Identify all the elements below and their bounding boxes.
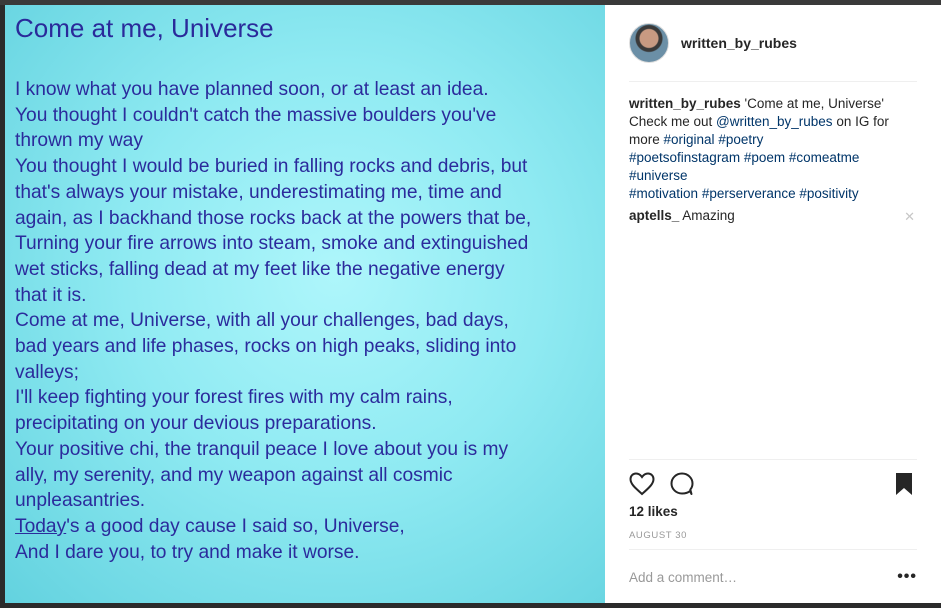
avatar[interactable] — [629, 23, 669, 63]
post-date: AUGUST 30 — [629, 530, 688, 541]
hashtag[interactable]: #comeatme — [789, 150, 860, 165]
poem-line: precipitating on your devious preparatio… — [15, 413, 377, 435]
close-icon[interactable]: ✕ — [904, 209, 915, 225]
caption-mention[interactable]: @written_by_rubes — [716, 114, 833, 129]
add-comment-bar: Add a comment… ••• — [629, 549, 917, 604]
hashtag[interactable]: #perserverance — [702, 186, 796, 201]
poem-title: Come at me, Universe — [15, 13, 274, 43]
more-options-icon[interactable]: ••• — [897, 568, 917, 586]
poem-line: Come at me, Universe, with all your chal… — [15, 310, 509, 332]
poem-line: ally, my serenity, and my weapon against… — [15, 464, 453, 486]
hashtag[interactable]: #poetry — [718, 132, 763, 147]
heart-icon[interactable] — [629, 472, 655, 496]
poem-line: bad years and life phases, rocks on high… — [15, 336, 517, 358]
hashtag[interactable]: #poetsofinstagram — [629, 150, 740, 165]
poem-line: wet sticks, falling dead at my feet like… — [15, 258, 505, 280]
post-actions: 12 likes AUGUST 30 — [629, 459, 917, 550]
comment-bubble-icon[interactable] — [669, 472, 695, 496]
poem-line: And I dare you, to try and make it worse… — [15, 541, 360, 563]
poem-line: valleys; — [15, 361, 79, 383]
caption: written_by_rubes 'Come at me, Universe' … — [629, 95, 914, 203]
poem-underlined-word: Today — [15, 515, 67, 537]
hashtag[interactable]: #motivation — [629, 186, 698, 201]
poem-line: I'll keep fighting your forest fires wit… — [15, 387, 453, 409]
poem-line: Today's a good day cause I said so, Univ… — [15, 514, 600, 540]
poem-line: You thought I couldn't catch the massive… — [15, 104, 497, 126]
caption-username[interactable]: written_by_rubes — [629, 96, 741, 111]
poem-line: again, as I backhand those rocks back at… — [15, 207, 532, 229]
poem-line: I know what you have planned soon, or at… — [15, 79, 489, 100]
poem-line: You thought I would be buried in falling… — [15, 156, 528, 178]
hashtag[interactable]: #universe — [629, 168, 688, 183]
header-username[interactable]: written_by_rubes — [681, 35, 797, 51]
comment-item: aptells_ Amazing — [629, 208, 914, 223]
poem-line: that it is. — [15, 284, 87, 306]
bookmark-icon[interactable] — [893, 472, 915, 496]
post-sidebar: written_by_rubes written_by_rubes 'Come … — [605, 5, 941, 603]
poem-line: Your positive chi, the tranquil peace I … — [15, 438, 509, 460]
hashtag[interactable]: #original — [664, 132, 715, 147]
post-header: written_by_rubes — [629, 23, 917, 82]
poem-line: Turning your fire arrows into steam, smo… — [15, 233, 529, 255]
comment-text: Amazing — [679, 208, 735, 223]
comment-username[interactable]: aptells_ — [629, 208, 679, 223]
hashtag[interactable]: #poem — [744, 150, 785, 165]
hashtag[interactable]: #positivity — [799, 186, 858, 201]
poem-line-rest: 's a good day cause I said so, Universe, — [66, 515, 405, 537]
poem-line: unpleasantries. — [15, 490, 146, 512]
add-comment-input[interactable]: Add a comment… — [629, 570, 737, 585]
post-modal: Come at me, Universe I know what you hav… — [5, 5, 941, 603]
poem-body: I know what you have planned soon, or at… — [15, 77, 600, 565]
poem-line: that's always your mistake, underestimat… — [15, 181, 502, 203]
poem-line: thrown my way — [15, 130, 143, 152]
likes-count[interactable]: 12 likes — [629, 504, 678, 519]
post-image: Come at me, Universe I know what you hav… — [5, 5, 605, 603]
